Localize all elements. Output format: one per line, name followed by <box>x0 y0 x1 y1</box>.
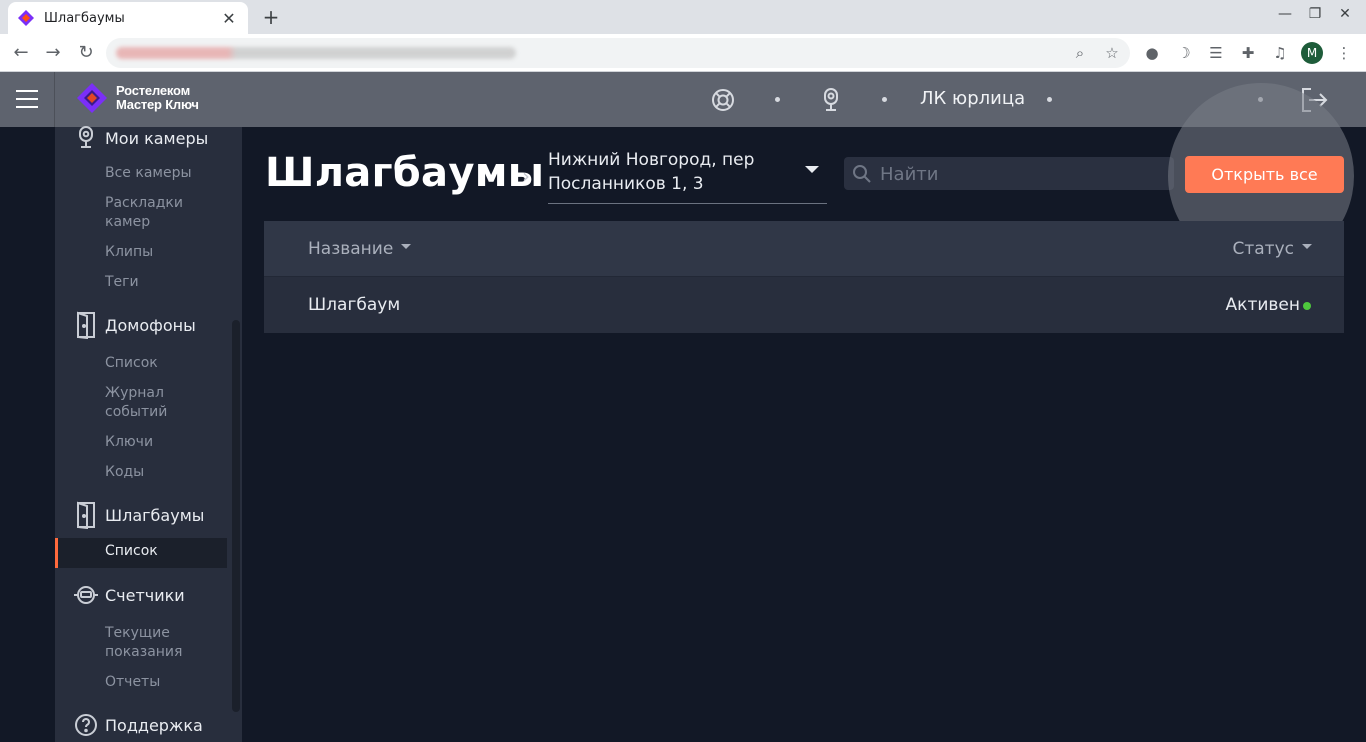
camera-icon[interactable] <box>818 87 844 113</box>
bookmark-star-icon[interactable]: ☆ <box>1102 43 1122 63</box>
tab-title: Шлагбаумы <box>44 10 125 26</box>
site-favicon-icon <box>18 10 34 26</box>
media-icon[interactable]: ♫ <box>1269 42 1291 64</box>
search-icon <box>852 164 872 184</box>
back-icon[interactable]: ← <box>10 42 32 64</box>
address-line1: Нижний Новгород, пер <box>548 150 755 170</box>
open-all-button[interactable]: Открыть все <box>1185 156 1344 193</box>
window-close-icon[interactable]: ✕ <box>1336 6 1354 22</box>
sidebar-section-support[interactable]: Поддержка <box>71 710 203 740</box>
search-input[interactable] <box>880 161 1160 187</box>
page-title: Шлагбаумы <box>265 150 545 196</box>
menu-dots-icon[interactable]: ⋮ <box>1333 42 1355 64</box>
puzzle-icon[interactable]: ✚ <box>1237 42 1259 64</box>
header-separator-dot <box>1047 97 1052 102</box>
address-bar[interactable]: ⌕ ☆ <box>106 38 1130 68</box>
sort-caret-icon <box>401 243 412 249</box>
sidebar-section-meters[interactable]: Счетчики <box>71 580 185 610</box>
sidebar-section-barriers[interactable]: Шлагбаумы <box>71 500 204 530</box>
column-header-status[interactable]: Статус <box>1232 239 1312 259</box>
sidebar-item-current-readings[interactable]: Текущие показания <box>105 624 225 662</box>
logo-line2: Мастер Ключ <box>116 97 199 112</box>
sidebar-item-tags[interactable]: Теги <box>105 273 225 292</box>
logo-line1: Ростелеком <box>116 83 190 98</box>
account-label[interactable]: ЛК юрлица <box>920 88 1025 109</box>
sort-caret-icon <box>1302 243 1312 249</box>
reading-list-icon[interactable]: ☰ <box>1205 42 1227 64</box>
table-row[interactable]: Шлагбаум Активен <box>264 277 1344 333</box>
browser-tabbar: Шлагбаумы ✕ + — ❐ ✕ <box>0 0 1366 34</box>
forward-icon[interactable]: → <box>42 42 64 64</box>
reload-icon[interactable]: ↻ <box>75 42 97 64</box>
column-header-name[interactable]: Название <box>308 239 412 259</box>
tab-close-icon[interactable]: ✕ <box>220 9 238 28</box>
sidebar-section-label: Поддержка <box>105 715 203 735</box>
sidebar-item-codes[interactable]: Коды <box>105 463 225 482</box>
sidebar-section-cameras[interactable]: Мои камеры <box>71 123 208 153</box>
logo[interactable]: Ростелеком Мастер Ключ <box>76 82 199 114</box>
sidebar-item-intercom-list[interactable]: Список <box>105 354 225 373</box>
meter-icon <box>71 580 101 610</box>
minimize-icon[interactable]: — <box>1276 6 1294 22</box>
address-line2: Посланников 1, 3 <box>548 174 704 194</box>
sidebar-item-barrier-list[interactable]: Список <box>55 538 227 568</box>
chevron-down-icon <box>805 166 819 173</box>
sidebar-section-label: Счетчики <box>105 585 185 605</box>
sidebar-item-reports[interactable]: Отчеты <box>105 673 225 692</box>
zoom-icon[interactable]: ⌕ <box>1070 43 1090 63</box>
header-divider <box>54 72 55 127</box>
sidebar: Мои камеры Все камеры Раскладки камер Кл… <box>55 126 242 742</box>
profile-avatar[interactable]: M <box>1301 42 1323 64</box>
maximize-icon[interactable]: ❐ <box>1306 6 1324 22</box>
status-dot-icon <box>1303 302 1311 310</box>
sidebar-item-keys[interactable]: Ключи <box>105 433 225 452</box>
app-header: Ростелеком Мастер Ключ ЛК юрлица <box>0 72 1366 127</box>
sidebar-item-all-cameras[interactable]: Все камеры <box>105 164 225 183</box>
camera-icon <box>71 123 101 153</box>
sidebar-scrollbar[interactable] <box>232 320 240 712</box>
blurred-url <box>116 47 516 59</box>
extension-moon-icon[interactable]: ☽ <box>1173 42 1195 64</box>
header-separator-dot <box>775 97 780 102</box>
extension-icon[interactable]: ● <box>1141 42 1163 64</box>
barrier-status: Активен <box>1225 295 1300 315</box>
header-separator-dot <box>882 97 887 102</box>
sidebar-section-intercoms[interactable]: Домофоны <box>71 310 196 340</box>
sidebar-item-clips[interactable]: Клипы <box>105 243 225 262</box>
support-icon[interactable] <box>710 87 736 113</box>
help-icon <box>71 710 101 740</box>
barriers-table: Название Статус Шлагбаум Активен <box>264 221 1344 333</box>
browser-tab[interactable]: Шлагбаумы ✕ <box>8 2 248 34</box>
sidebar-section-label: Мои камеры <box>105 128 209 148</box>
sidebar-item-label: Список <box>105 543 158 559</box>
logo-mark-icon <box>76 82 108 114</box>
door-icon <box>71 310 101 340</box>
table-header: Название Статус <box>264 221 1344 277</box>
new-tab-button[interactable]: + <box>260 5 282 29</box>
address-select[interactable]: Нижний Новгород, пер Посланников 1, 3 <box>548 148 827 204</box>
barrier-name: Шлагбаум <box>308 295 401 315</box>
sidebar-section-label: Шлагбаумы <box>105 505 205 525</box>
sidebar-section-label: Домофоны <box>105 315 196 335</box>
breadcrumb-chevron-icon: › <box>522 164 530 188</box>
sidebar-item-event-log[interactable]: Журнал событий <box>105 384 225 422</box>
hamburger-menu-icon[interactable] <box>16 90 38 108</box>
browser-toolbar: ← → ↻ ⌕ ☆ ● ☽ ☰ ✚ ♫ M ⋮ <box>0 34 1366 72</box>
sidebar-item-layouts[interactable]: Раскладки камер <box>105 194 225 232</box>
search-box <box>844 157 1174 190</box>
barrier-icon <box>71 500 101 530</box>
